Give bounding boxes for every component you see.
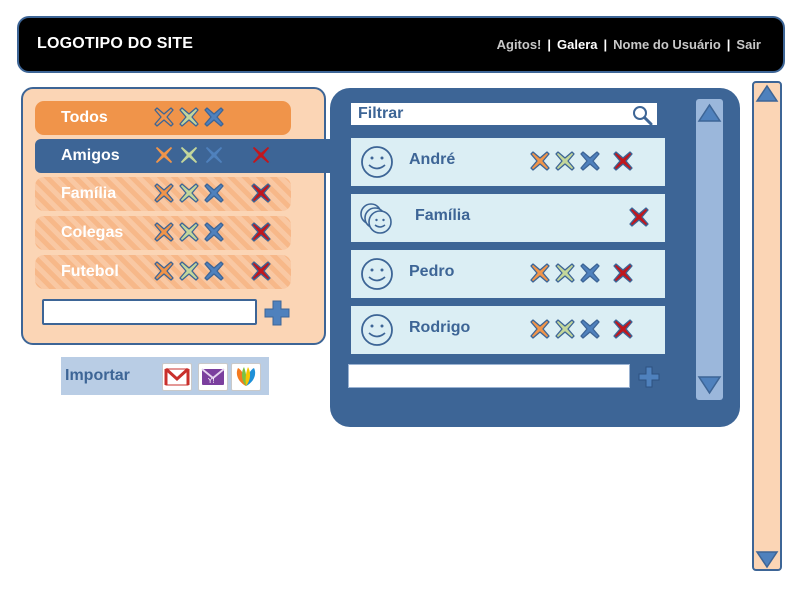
svg-text:Y!: Y! (207, 377, 215, 385)
import-bar: Importar Y! (61, 357, 269, 395)
group-actions (153, 106, 225, 128)
contacts-panel: Filtrar André Família Pedro Rodrigo (330, 88, 740, 427)
remove-blue-x-icon[interactable] (579, 262, 601, 284)
smiley-icon (359, 144, 395, 180)
contact-actions (529, 318, 634, 340)
remove-green-x-icon[interactable] (178, 144, 200, 166)
nav-agitos[interactable]: Agitos! (497, 37, 542, 52)
scroll-down-icon (755, 551, 779, 569)
scroll-up-icon (697, 103, 722, 122)
scroll-up-icon (755, 84, 779, 102)
import-label: Importar (65, 367, 130, 384)
remove-blue-x-icon[interactable] (203, 144, 225, 166)
group-item-família[interactable]: Família (35, 177, 291, 211)
new-group-input[interactable] (42, 299, 257, 325)
site-logo[interactable]: LOGOTIPO DO SITE (37, 35, 193, 53)
nav-user-name[interactable]: Nome do Usuário (613, 37, 721, 52)
remove-blue-x-icon[interactable] (203, 182, 225, 204)
delete-red-x-icon[interactable] (250, 144, 272, 166)
contacts-scrollbar[interactable] (696, 99, 723, 400)
scroll-down-icon (697, 376, 722, 395)
delete-red-x-icon[interactable] (612, 262, 634, 284)
contact-row[interactable]: Família (350, 193, 666, 243)
gmail-icon[interactable] (162, 363, 192, 391)
msn-icon[interactable] (231, 363, 261, 391)
remove-orange-x-icon[interactable] (153, 182, 175, 204)
delete-red-x-icon[interactable] (612, 318, 634, 340)
contact-name: Rodrigo (409, 319, 471, 336)
nav-galera[interactable]: Galera (557, 37, 597, 52)
group-item-todos[interactable]: Todos (35, 101, 291, 135)
group-label: Família (61, 185, 117, 202)
remove-blue-x-icon[interactable] (579, 318, 601, 340)
contact-actions (529, 262, 634, 284)
remove-orange-x-icon[interactable] (529, 318, 551, 340)
remove-blue-x-icon[interactable] (203, 106, 225, 128)
group-item-amigos[interactable]: Amigos (35, 139, 335, 173)
contact-actions (628, 206, 650, 228)
remove-orange-x-icon[interactable] (153, 144, 175, 166)
remove-green-x-icon[interactable] (178, 182, 200, 204)
groups-panel: Todos Amigos Família Colegas Futebol (21, 87, 335, 345)
add-contact-button[interactable] (636, 364, 662, 390)
remove-blue-x-icon[interactable] (203, 260, 225, 282)
top-nav: Agitos! | Galera | Nome do Usuário | Sai… (497, 37, 761, 52)
delete-red-x-icon[interactable] (250, 182, 272, 204)
remove-orange-x-icon[interactable] (153, 106, 175, 128)
add-group-button[interactable] (263, 299, 291, 327)
remove-green-x-icon[interactable] (554, 318, 576, 340)
delete-red-x-icon[interactable] (628, 206, 650, 228)
site-header: LOGOTIPO DO SITE Agitos! | Galera | Nome… (17, 16, 785, 73)
new-contact-input[interactable] (348, 364, 630, 388)
group-smiley-icon (359, 200, 395, 236)
group-label: Futebol (61, 263, 119, 280)
contact-name: André (409, 151, 456, 168)
nav-separator: | (547, 37, 552, 52)
remove-green-x-icon[interactable] (178, 106, 200, 128)
group-item-colegas[interactable]: Colegas (35, 216, 291, 250)
remove-blue-x-icon[interactable] (203, 221, 225, 243)
group-actions (153, 182, 272, 204)
filter-placeholder: Filtrar (358, 105, 404, 122)
contact-actions (529, 150, 634, 172)
remove-green-x-icon[interactable] (178, 221, 200, 243)
remove-green-x-icon[interactable] (554, 262, 576, 284)
remove-green-x-icon[interactable] (178, 260, 200, 282)
group-item-futebol[interactable]: Futebol (35, 255, 291, 289)
filter-input[interactable]: Filtrar (350, 102, 658, 126)
group-actions (153, 221, 272, 243)
delete-red-x-icon[interactable] (250, 221, 272, 243)
remove-blue-x-icon[interactable] (579, 150, 601, 172)
plus-icon (638, 366, 660, 388)
contact-name: Pedro (409, 263, 455, 280)
contact-row[interactable]: Rodrigo (350, 305, 666, 355)
nav-sair[interactable]: Sair (736, 37, 761, 52)
contact-row[interactable]: André (350, 137, 666, 187)
remove-orange-x-icon[interactable] (153, 260, 175, 282)
contact-row[interactable]: Pedro (350, 249, 666, 299)
nav-separator: | (726, 37, 731, 52)
group-label: Colegas (61, 224, 124, 241)
smiley-icon (359, 256, 395, 292)
group-label: Todos (61, 109, 108, 126)
contact-name: Família (415, 207, 471, 224)
page-scrollbar[interactable] (752, 81, 782, 571)
delete-red-x-icon[interactable] (612, 150, 634, 172)
remove-orange-x-icon[interactable] (529, 262, 551, 284)
smiley-icon (359, 312, 395, 348)
nav-separator: | (603, 37, 608, 52)
search-icon[interactable] (631, 104, 653, 126)
group-actions (153, 144, 272, 166)
delete-red-x-icon[interactable] (250, 260, 272, 282)
group-actions (153, 260, 272, 282)
remove-green-x-icon[interactable] (554, 150, 576, 172)
group-label: Amigos (61, 147, 120, 164)
yahoo-icon[interactable]: Y! (198, 363, 228, 391)
plus-icon (264, 300, 290, 326)
remove-orange-x-icon[interactable] (153, 221, 175, 243)
remove-orange-x-icon[interactable] (529, 150, 551, 172)
